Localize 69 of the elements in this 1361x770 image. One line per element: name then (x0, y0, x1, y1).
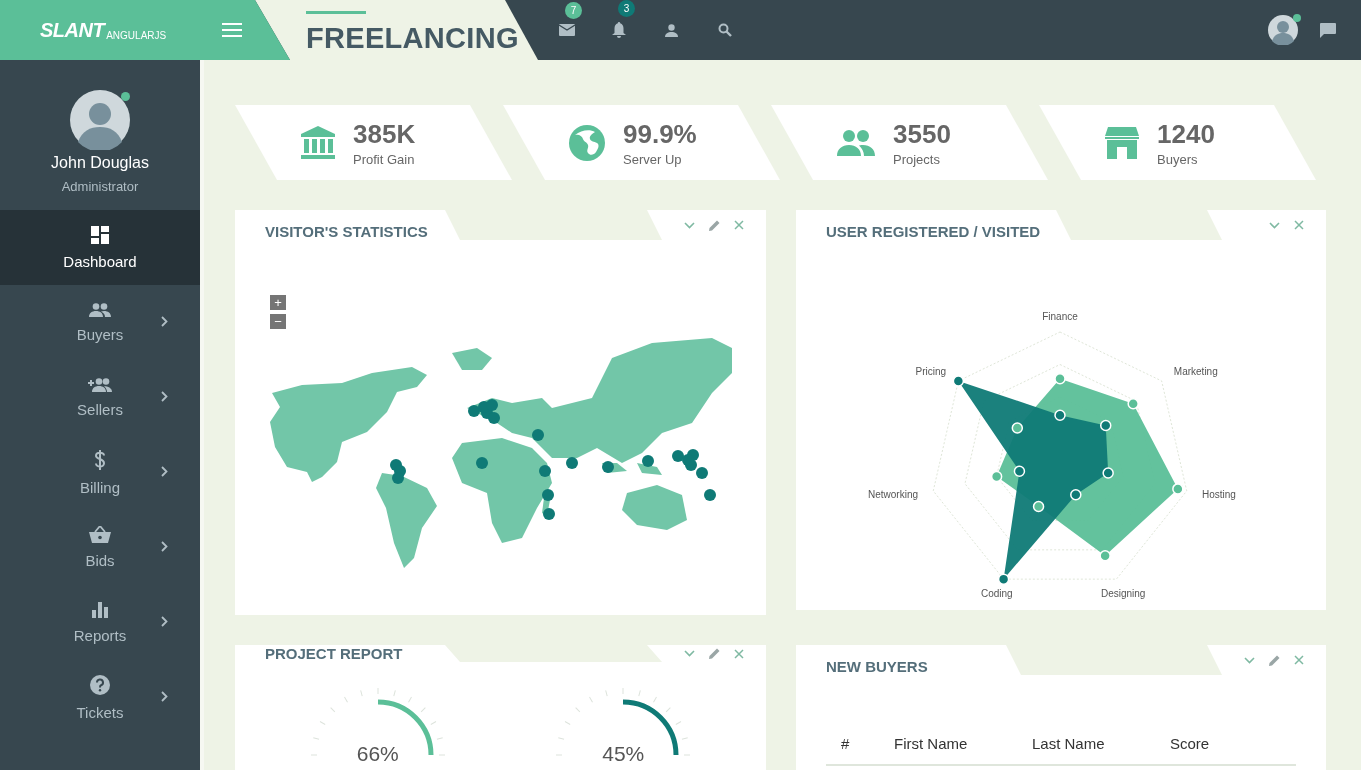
page-title: FREELANCING (306, 22, 519, 55)
column-header: First Name (894, 735, 969, 752)
globe-icon (569, 124, 605, 161)
sidebar-item[interactable]: Tickets (0, 660, 200, 735)
bell-icon[interactable] (612, 22, 626, 38)
panel-title: USER REGISTERED / VISITED (826, 223, 1041, 240)
avatar[interactable] (1268, 15, 1298, 45)
gauge-reading: 45% (601, 742, 646, 766)
sidebar-item[interactable]: Sellers (0, 360, 200, 435)
stat-label: Buyers (1157, 151, 1199, 167)
axis-label: Marketing (1173, 366, 1218, 378)
user-name: John Douglas (51, 154, 149, 172)
sidebar-item[interactable]: Buyers (0, 285, 200, 360)
close-icon[interactable] (1294, 220, 1304, 230)
user-role: Administrator (61, 179, 139, 194)
panel-title: VISITOR'S STATISTICS (265, 223, 428, 240)
store-icon (1105, 126, 1139, 159)
people-icon (89, 302, 111, 317)
stat-value: 99.9% (623, 118, 697, 150)
mail-icon[interactable] (559, 24, 575, 36)
count-badge: 3 (618, 0, 635, 17)
axis-label: Hosting (1201, 489, 1236, 501)
zoom-out-button[interactable]: − (270, 314, 286, 329)
chat-icon[interactable] (1320, 22, 1336, 38)
stat-label: Server Up (623, 151, 683, 167)
axis-label: Finance (1042, 311, 1078, 323)
collapse-icon[interactable] (684, 650, 695, 657)
stat-value: 385K (353, 118, 416, 150)
avatar (70, 90, 130, 150)
close-icon[interactable] (734, 648, 744, 659)
stat-label: Projects (893, 151, 941, 167)
stat-value: 1240 (1157, 118, 1215, 150)
close-icon[interactable] (1294, 655, 1304, 665)
basket-icon (89, 526, 111, 543)
pencil-icon[interactable] (709, 219, 720, 231)
bank-icon (301, 125, 335, 160)
search-icon[interactable] (718, 23, 732, 37)
stat-label: Profit Gain (353, 151, 416, 167)
collapse-icon[interactable] (1269, 221, 1280, 229)
panel-title: NEW BUYERS (826, 658, 928, 675)
panel-title: PROJECT REPORT (265, 645, 403, 662)
axis-label: Designing (1100, 588, 1146, 600)
bar-chart-icon (92, 601, 108, 618)
menu-icon[interactable] (222, 23, 243, 37)
help-icon (90, 674, 110, 695)
dollar-icon (94, 449, 106, 470)
column-header: Score (1170, 735, 1210, 752)
axis-label: Pricing (915, 366, 947, 378)
stat-value: 3550 (893, 118, 951, 150)
gauge-reading: 66% (355, 742, 400, 766)
close-icon[interactable] (734, 220, 744, 230)
user-icon[interactable] (665, 23, 678, 37)
sidebar-item[interactable]: Dashboard (0, 210, 200, 285)
column-header: Last Name (1032, 735, 1106, 752)
people-icon (837, 129, 875, 156)
pencil-icon[interactable] (709, 648, 720, 659)
pencil-icon[interactable] (1269, 654, 1280, 666)
zoom-in-button[interactable]: + (270, 295, 286, 310)
add-people-icon (88, 377, 112, 392)
column-header: # (841, 735, 851, 752)
count-badge: 7 (565, 2, 582, 19)
axis-label: Coding (980, 588, 1013, 600)
axis-label: Networking (868, 489, 919, 501)
sidebar-item[interactable]: Reports (0, 585, 200, 660)
collapse-icon[interactable] (684, 221, 695, 229)
sidebar-item[interactable]: Billing (0, 435, 200, 510)
dashboard-icon (91, 225, 109, 244)
collapse-icon[interactable] (1244, 656, 1255, 664)
sidebar-item[interactable]: Bids (0, 510, 200, 585)
